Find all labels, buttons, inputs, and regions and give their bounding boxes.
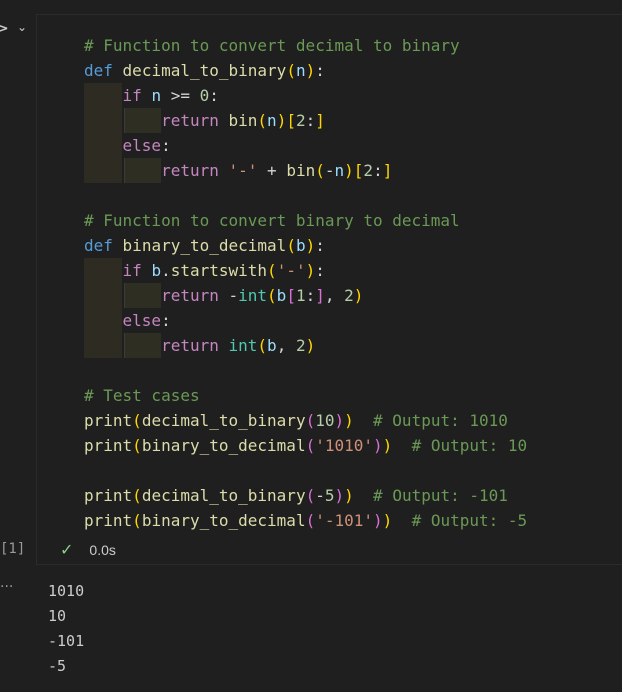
code-line: if b.startswith('-'):	[122, 261, 325, 280]
code-line: else:	[122, 136, 171, 155]
output-line: 10	[48, 607, 67, 625]
execution-count: [1]	[0, 541, 26, 557]
output-more-icon[interactable]: ···	[0, 580, 13, 594]
run-cell-icon[interactable]: >	[0, 18, 16, 40]
code-line: return -int(b[1:], 2)	[161, 286, 364, 305]
code-line: # Function to convert decimal to binary	[84, 36, 460, 55]
code-line: return '-' + bin(-n)[2:]	[161, 161, 393, 180]
code-line: def decimal_to_binary(n):	[84, 61, 325, 80]
execution-time: 0.0s	[89, 542, 116, 558]
code-line: # Function to convert binary to decimal	[84, 211, 460, 230]
code-line: # Test cases	[84, 386, 200, 405]
code-line: print(binary_to_decimal('-101')) # Outpu…	[84, 511, 528, 530]
chevron-down-icon[interactable]: ⌄	[17, 20, 31, 34]
code-line: if n >= 0:	[122, 86, 219, 105]
code-line: def binary_to_decimal(b):	[84, 236, 325, 255]
code-line: print(decimal_to_binary(-5)) # Output: -…	[84, 486, 508, 505]
code-line: else:	[122, 311, 171, 330]
output-line: 1010	[48, 582, 85, 600]
check-icon: ✓	[60, 542, 74, 559]
cell-status: ✓ 0.0s	[60, 540, 116, 560]
code-line: return bin(n)[2:]	[161, 111, 325, 130]
output-line: -101	[48, 632, 85, 650]
code-cell[interactable]: # Function to convert decimal to binary …	[36, 14, 622, 565]
code-line: print(decimal_to_binary(10)) # Output: 1…	[84, 411, 508, 430]
code-line: print(binary_to_decimal('1010')) # Outpu…	[84, 436, 528, 455]
code-line: return int(b, 2)	[161, 336, 316, 355]
code-editor[interactable]: # Function to convert decimal to binary …	[37, 33, 622, 553]
output-line: -5	[48, 657, 67, 675]
